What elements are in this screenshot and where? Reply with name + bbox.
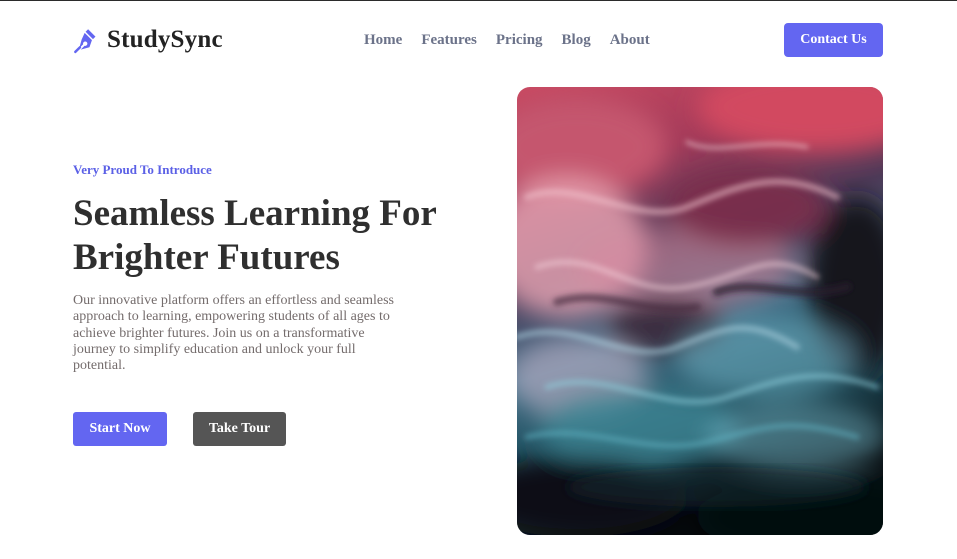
top-border — [0, 0, 957, 1]
brand-logo[interactable]: StudySync — [73, 26, 223, 54]
take-tour-button[interactable]: Take Tour — [193, 412, 286, 446]
contact-us-button[interactable]: Contact Us — [784, 23, 883, 57]
nav-home[interactable]: Home — [364, 32, 402, 49]
nav-blog[interactable]: Blog — [562, 32, 591, 49]
hero-title-line-2: Brighter Futures — [73, 237, 340, 278]
nav-pricing[interactable]: Pricing — [496, 32, 543, 49]
hero-image — [517, 87, 883, 535]
nav-about[interactable]: About — [610, 32, 650, 49]
main-nav: Home Features Pricing Blog About — [364, 32, 669, 49]
ink-swirl-artwork — [517, 87, 883, 535]
hero-description: Our innovative platform offers an effort… — [73, 293, 395, 374]
pen-nib-icon — [74, 28, 96, 53]
start-now-button[interactable]: Start Now — [73, 412, 167, 446]
hero-eyebrow: Very Proud To Introduce — [73, 162, 212, 177]
hero-title-line-1: Seamless Learning For — [73, 193, 437, 234]
brand-name: StudySync — [107, 26, 223, 53]
hero-title: Seamless Learning For Brighter Futures — [73, 192, 493, 280]
nav-features[interactable]: Features — [421, 32, 477, 49]
